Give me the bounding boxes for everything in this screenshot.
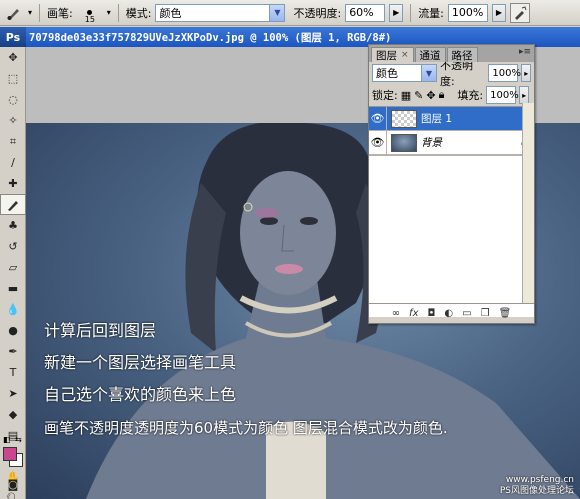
lock-position-icon[interactable]: ✥ bbox=[426, 89, 435, 102]
link-icon[interactable]: ∞ bbox=[392, 308, 400, 319]
caption-line-3: 自己选个喜欢的颜色来上色 bbox=[44, 385, 237, 404]
brush-tool-icon[interactable] bbox=[4, 3, 24, 23]
lasso-tool-icon[interactable]: ◌ bbox=[0, 89, 26, 110]
slice-tool-icon[interactable]: ∕ bbox=[0, 152, 26, 173]
chevron-down-icon: ▼ bbox=[269, 4, 285, 21]
foreground-color-swatch[interactable] bbox=[3, 447, 17, 461]
tab-paths-label: 路径 bbox=[451, 49, 473, 62]
magic-wand-tool-icon[interactable]: ✧ bbox=[0, 110, 26, 131]
options-bar: ▾ 画笔: 15 ▾ 模式: 颜色 ▼ 不透明度: 60% ▶ 流量: 100%… bbox=[0, 0, 580, 26]
mode-label: 模式: bbox=[125, 6, 152, 20]
layers-scrollbar[interactable] bbox=[522, 103, 534, 303]
fill-input[interactable]: 100% bbox=[486, 86, 519, 104]
layer-opacity-input[interactable]: 100% bbox=[488, 64, 521, 82]
layer-row-1[interactable]: 👁︎ 图层 1 bbox=[369, 106, 534, 131]
layer-opacity-value: 100% bbox=[492, 67, 521, 79]
mode-select[interactable]: 颜色 ▼ bbox=[155, 3, 286, 22]
pen-tool-icon[interactable]: ✒ bbox=[0, 341, 26, 362]
blend-mode-select[interactable]: 颜色 ▼ bbox=[372, 64, 437, 82]
airbrush-toggle-icon[interactable] bbox=[509, 2, 530, 23]
adjustment-icon[interactable]: ◐ bbox=[444, 308, 453, 319]
caption-line-1: 计算后回到图层 bbox=[44, 321, 157, 340]
quick-mask-icon[interactable]: ◙ bbox=[0, 474, 26, 495]
panel-footer: ∞ fx ◘ ◐ ▭ ❐ 🗑︎ bbox=[369, 303, 534, 323]
fx-icon[interactable]: fx bbox=[409, 308, 418, 319]
fill-label: 填充: bbox=[457, 89, 484, 102]
brush-label: 画笔: bbox=[47, 6, 73, 20]
caption-line-2: 新建一个图层选择画笔工具 bbox=[44, 353, 237, 372]
opacity-value: 60% bbox=[349, 6, 374, 19]
brush-size: 15 bbox=[84, 14, 95, 24]
tab-channels[interactable]: 通道 bbox=[414, 47, 446, 62]
brush-dropdown-arrow-icon[interactable]: ▾ bbox=[107, 8, 111, 17]
blend-mode-value: 颜色 bbox=[376, 67, 398, 80]
marquee-tool-icon[interactable]: ⬚ bbox=[0, 68, 26, 89]
brush-tool-button-icon[interactable] bbox=[0, 194, 26, 215]
opacity-label: 不透明度: bbox=[293, 6, 342, 20]
close-icon[interactable]: × bbox=[401, 50, 409, 60]
eraser-tool-icon[interactable]: ▱ bbox=[0, 257, 26, 278]
new-layer-icon[interactable]: ❐ bbox=[481, 308, 490, 319]
mode-value: 颜色 bbox=[159, 6, 182, 20]
layers-panel: 图层 × 通道 路径 ▸≡ 颜色 ▼ 不透明度: 100% ▸ 锁定: ▦ ✎ … bbox=[368, 44, 535, 324]
fill-value: 100% bbox=[490, 89, 519, 101]
opacity-slider-button[interactable]: ▶ bbox=[389, 3, 404, 22]
stamp-tool-icon[interactable]: ♣ bbox=[0, 215, 26, 236]
gradient-tool-icon[interactable]: ▬ bbox=[0, 278, 26, 299]
watermark-url: www.psfeng.cn bbox=[505, 475, 574, 485]
chevron-down-icon: ▼ bbox=[420, 65, 436, 81]
type-tool-icon[interactable]: T bbox=[0, 362, 26, 383]
eye-icon[interactable]: 👁︎ bbox=[369, 130, 387, 155]
eye-icon[interactable]: 👁︎ bbox=[369, 106, 387, 131]
lock-label: 锁定: bbox=[372, 89, 398, 102]
blend-row: 颜色 ▼ 不透明度: 100% ▸ bbox=[369, 59, 534, 88]
tab-channels-label: 通道 bbox=[419, 49, 441, 62]
history-brush-tool-icon[interactable]: ↺ bbox=[0, 236, 26, 257]
watermark: www.psfeng.cn PS风图像处理论坛 bbox=[500, 475, 574, 497]
shape-tool-icon[interactable]: ◆ bbox=[0, 404, 26, 425]
tool-preset-arrow-icon[interactable]: ▾ bbox=[28, 8, 32, 17]
caption-line-4: 画笔不透明度透明度为60模式为颜色 图层混合模式改为颜色. bbox=[44, 419, 448, 437]
lock-transparency-icon[interactable]: ▦ bbox=[401, 89, 411, 102]
default-colors-icon[interactable]: ◧ bbox=[3, 435, 11, 444]
opacity-input[interactable]: 60% bbox=[345, 3, 386, 22]
flow-input[interactable]: 100% bbox=[447, 3, 488, 22]
tab-layers-label: 图层 bbox=[376, 49, 397, 62]
toolbox: Ps ✥ ⬚ ◌ ✧ ⌗ ∕ ✚ ♣ ↺ ▱ ▬ 💧 ● ✒ T ➤ ◆ ▤ ⌁… bbox=[0, 27, 26, 499]
lock-all-icon[interactable]: 🔒︎ bbox=[439, 88, 445, 102]
flow-value: 100% bbox=[451, 6, 484, 19]
layers-list: 👁︎ 图层 1 👁︎ 背景 🔒︎ bbox=[369, 106, 534, 317]
layers-empty-area bbox=[369, 155, 534, 317]
layer-thumbnail bbox=[391, 109, 417, 128]
fill-slider-button[interactable]: ▸ bbox=[519, 86, 530, 104]
crop-tool-icon[interactable]: ⌗ bbox=[0, 131, 26, 152]
photoshop-window: ▾ 画笔: 15 ▾ 模式: 颜色 ▼ 不透明度: 60% ▶ 流量: 100%… bbox=[0, 0, 580, 499]
path-selection-tool-icon[interactable]: ➤ bbox=[0, 383, 26, 404]
mask-icon[interactable]: ◘ bbox=[428, 308, 436, 319]
dodge-tool-icon[interactable]: ● bbox=[0, 320, 26, 341]
layer-opacity-slider-button[interactable]: ▸ bbox=[521, 64, 531, 82]
move-tool-icon[interactable]: ✥ bbox=[0, 47, 26, 68]
swap-colors-icon[interactable]: ⇆ bbox=[15, 435, 22, 444]
trash-icon[interactable]: 🗑︎ bbox=[499, 308, 512, 319]
layer-name[interactable]: 背景 bbox=[421, 135, 521, 150]
panel-tabs: 图层 × 通道 路径 ▸≡ bbox=[369, 45, 534, 62]
watermark-text: PS风图像处理论坛 bbox=[499, 486, 574, 496]
tab-paths[interactable]: 路径 bbox=[446, 47, 478, 62]
layer-thumbnail bbox=[391, 133, 417, 152]
blur-tool-icon[interactable]: 💧 bbox=[0, 299, 26, 320]
lock-image-icon[interactable]: ✎ bbox=[414, 89, 423, 102]
brush-preset-picker[interactable]: 15 bbox=[77, 3, 103, 24]
healing-brush-tool-icon[interactable]: ✚ bbox=[0, 173, 26, 194]
layer-name[interactable]: 图层 1 bbox=[421, 111, 534, 126]
ps-logo: Ps bbox=[0, 27, 26, 47]
panel-menu-icon[interactable]: ▸≡ bbox=[519, 47, 531, 57]
flow-slider-button[interactable]: ▶ bbox=[491, 3, 506, 22]
layer-row-background[interactable]: 👁︎ 背景 🔒︎ bbox=[369, 130, 534, 155]
group-icon[interactable]: ▭ bbox=[462, 308, 471, 319]
tab-layers[interactable]: 图层 × bbox=[371, 47, 414, 62]
flow-label: 流量: bbox=[418, 6, 444, 20]
